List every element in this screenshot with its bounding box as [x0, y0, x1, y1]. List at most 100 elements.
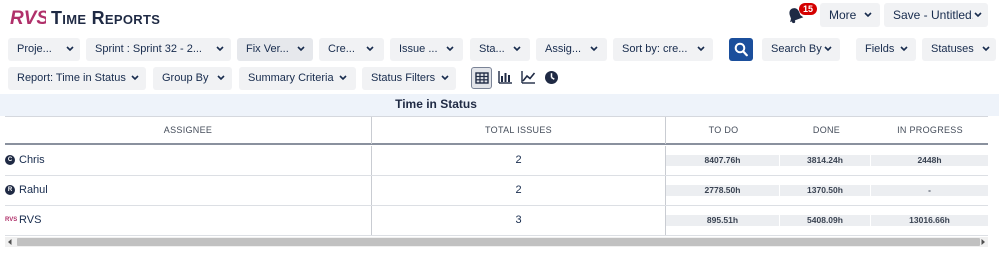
total-issues-cell: 2 — [372, 176, 666, 205]
chevron-down-icon — [589, 38, 599, 61]
summary-criteria-select[interactable]: Summary Criteria — [239, 67, 356, 90]
in-progress-value: - — [871, 185, 988, 196]
done-value: 1370.50h — [780, 185, 870, 196]
in-progress-value: 13016.66h — [871, 215, 988, 226]
status-filter[interactable]: Sta... — [470, 38, 530, 61]
search-by-select[interactable]: Search By — [762, 38, 840, 61]
chevron-down-icon — [215, 38, 225, 61]
line-chart-icon — [521, 71, 536, 84]
status-filter-label: Sta... — [479, 43, 505, 55]
sprint-filter[interactable]: Sprint : Sprint 32 - 2... — [86, 38, 231, 61]
assignee-name[interactable]: RVS — [19, 214, 41, 226]
status-filters-select[interactable]: Status Filters — [362, 67, 456, 90]
summary-criteria-label: Summary Criteria — [248, 72, 334, 84]
total-issues-value: 2 — [515, 154, 522, 166]
table-row: RVS RVS 3 895.51h 5408.09h 13016.66h — [5, 206, 988, 236]
fix-version-filter-label: Fix Ver... — [246, 43, 289, 55]
chevron-down-icon — [823, 38, 833, 61]
rvs-logo: RVS — [10, 8, 46, 28]
svg-text:RVS: RVS — [10, 8, 46, 28]
assignee-name[interactable]: Rahul — [19, 184, 48, 196]
chevron-down-icon — [216, 67, 226, 90]
chevron-down-icon — [973, 3, 983, 27]
column-header-to-do[interactable]: TO DO — [666, 117, 781, 144]
line-chart-view-button[interactable] — [518, 67, 539, 89]
sprint-filter-label: Sprint : Sprint 32 - 2... — [95, 43, 202, 55]
to-do-value: 8407.76h — [666, 155, 779, 166]
statuses-button[interactable]: Statuses — [922, 38, 996, 61]
in-progress-value: 2448h — [871, 155, 988, 166]
clock-icon — [545, 71, 558, 84]
total-issues-value: 2 — [515, 184, 522, 196]
assignee-filter-label: Assig... — [545, 43, 582, 55]
report-type-select[interactable]: Report: Time in Status — [8, 67, 146, 90]
chevron-down-icon — [863, 3, 873, 27]
chevron-down-icon — [981, 38, 991, 61]
assignee-cell: R Rahul — [5, 176, 372, 205]
status-filters-label: Status Filters — [371, 72, 436, 84]
statuses-label: Statuses — [931, 43, 974, 55]
created-filter[interactable]: Cre... — [319, 38, 384, 61]
done-value: 5408.09h — [780, 215, 870, 226]
chevron-down-icon — [338, 67, 348, 90]
sort-by-select[interactable]: Sort by: cre... — [613, 38, 713, 61]
scrollbar-thumb[interactable] — [17, 238, 980, 246]
issue-type-filter-label: Issue ... — [399, 43, 438, 55]
chevron-down-icon — [365, 38, 375, 61]
assignee-cell: C Chris — [5, 146, 372, 175]
grid-view-button[interactable] — [471, 67, 492, 89]
scroll-left-arrow-icon[interactable] — [5, 237, 15, 247]
column-header-assignee[interactable]: ASSIGNEE — [5, 117, 372, 144]
chevron-down-icon — [445, 38, 455, 61]
assignee-cell: RVS RVS — [5, 206, 372, 235]
chevron-down-icon — [440, 67, 450, 90]
table-row: C Chris 2 8407.76h 3814.24h 2448h — [5, 146, 988, 176]
total-issues-value: 3 — [515, 214, 522, 226]
table-header: ASSIGNEE TOTAL ISSUES TO DO DONE IN PROG… — [5, 116, 988, 145]
page-title: Time Reports — [51, 8, 161, 28]
group-by-select[interactable]: Group By — [153, 67, 232, 90]
chevron-down-icon — [65, 38, 75, 61]
fix-version-filter[interactable]: Fix Ver... — [237, 38, 313, 61]
chevron-down-icon — [696, 38, 706, 61]
app-header: RVS Time Reports 15 More Save - Untitled… — [0, 0, 999, 34]
more-button-label: More — [829, 8, 857, 22]
column-header-in-progress[interactable]: IN PROGRESS — [872, 117, 988, 144]
search-icon — [734, 42, 748, 57]
project-filter-label: Proje... — [17, 43, 52, 55]
timeline-view-button[interactable] — [541, 67, 562, 89]
search-by-label: Search By — [771, 43, 822, 55]
horizontal-scrollbar[interactable] — [5, 237, 988, 247]
chevron-down-icon — [512, 38, 522, 61]
scroll-right-arrow-icon[interactable] — [978, 237, 988, 247]
report-type-label: Report: Time in Status — [17, 72, 126, 84]
chevron-down-icon — [899, 38, 909, 61]
bar-chart-view-button[interactable] — [495, 67, 516, 89]
to-do-value: 2778.50h — [666, 185, 779, 196]
column-header-done[interactable]: DONE — [781, 117, 872, 144]
total-issues-cell: 2 — [372, 146, 666, 175]
to-do-value: 895.51h — [666, 215, 779, 226]
avatar: R — [5, 185, 15, 195]
notification-badge: 15 — [799, 3, 817, 15]
save-button-label: Save - Untitled... — [893, 8, 982, 22]
issue-type-filter[interactable]: Issue ... — [390, 38, 463, 61]
column-header-total-issues[interactable]: TOTAL ISSUES — [372, 117, 666, 144]
save-button[interactable]: Save - Untitled... — [884, 3, 988, 27]
grid-view-icon — [475, 72, 489, 84]
group-by-label: Group By — [162, 72, 209, 84]
avatar: RVS — [5, 217, 18, 223]
table-caption: Time in Status — [395, 97, 477, 111]
search-button[interactable] — [729, 38, 753, 61]
created-filter-label: Cre... — [328, 43, 355, 55]
assignee-filter[interactable]: Assig... — [536, 38, 607, 61]
assignee-name[interactable]: Chris — [19, 154, 45, 166]
more-button[interactable]: More — [820, 3, 880, 27]
chevron-down-icon — [130, 67, 140, 90]
chevron-down-icon — [296, 38, 306, 61]
avatar: C — [5, 155, 15, 165]
fields-button[interactable]: Fields — [856, 38, 916, 61]
bar-chart-icon — [498, 71, 512, 84]
sort-by-label: Sort by: cre... — [622, 43, 688, 55]
project-filter[interactable]: Proje... — [8, 38, 80, 61]
